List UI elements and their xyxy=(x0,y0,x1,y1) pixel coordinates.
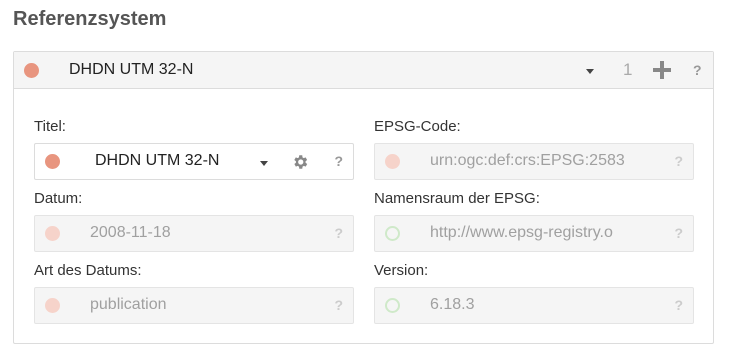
version-field: 6.18.3 ? xyxy=(374,287,694,324)
help-icon[interactable]: ? xyxy=(334,225,343,241)
datum-field: 2008-11-18 ? xyxy=(34,215,354,252)
titel-label: Titel: xyxy=(34,118,66,135)
status-dot-icon xyxy=(45,154,60,169)
help-icon[interactable]: ? xyxy=(334,153,343,169)
reference-system-panel: DHDN UTM 32-N 1 ? Titel: DHDN UTM 32-N ?… xyxy=(13,51,714,344)
status-dot-icon xyxy=(24,63,39,78)
help-icon[interactable]: ? xyxy=(674,225,683,241)
status-dot-icon xyxy=(45,298,60,313)
art-des-datums-label: Art des Datums: xyxy=(34,262,142,279)
status-dot-icon xyxy=(45,226,60,241)
epsg-code-label: EPSG-Code: xyxy=(374,118,461,135)
help-icon[interactable]: ? xyxy=(693,62,702,78)
art-des-datums-field: publication ? xyxy=(34,287,354,324)
header-selected-value: DHDN UTM 32-N xyxy=(69,61,194,78)
epsg-code-field: urn:ogc:def:crs:EPSG:2583 ? xyxy=(374,143,694,180)
status-dot-icon xyxy=(385,298,400,313)
chevron-down-icon[interactable] xyxy=(260,161,268,166)
datum-value: 2008-11-18 xyxy=(90,224,171,241)
panel-header[interactable]: DHDN UTM 32-N 1 ? xyxy=(14,52,713,89)
datum-label: Datum: xyxy=(34,190,83,207)
help-icon[interactable]: ? xyxy=(334,297,343,313)
art-des-datums-value: publication xyxy=(90,296,167,313)
item-count: 1 xyxy=(623,60,633,79)
epsg-code-value: urn:ogc:def:crs:EPSG:2583 xyxy=(430,152,625,169)
namensraum-value: http://www.epsg-registry.o xyxy=(430,224,613,241)
status-dot-icon xyxy=(385,154,400,169)
help-icon[interactable]: ? xyxy=(674,153,683,169)
namensraum-field: http://www.epsg-registry.o ? xyxy=(374,215,694,252)
status-dot-icon xyxy=(385,226,400,241)
help-icon[interactable]: ? xyxy=(674,297,683,313)
titel-value: DHDN UTM 32-N xyxy=(95,152,220,169)
gear-icon[interactable] xyxy=(291,153,309,171)
namensraum-label: Namensraum der EPSG: xyxy=(374,190,540,207)
plus-icon[interactable] xyxy=(653,61,671,79)
section-title: Referenzsystem xyxy=(13,8,167,30)
version-label: Version: xyxy=(374,262,429,279)
titel-select[interactable]: DHDN UTM 32-N ? xyxy=(34,143,354,180)
version-value: 6.18.3 xyxy=(430,296,475,313)
chevron-down-icon[interactable] xyxy=(586,69,594,74)
